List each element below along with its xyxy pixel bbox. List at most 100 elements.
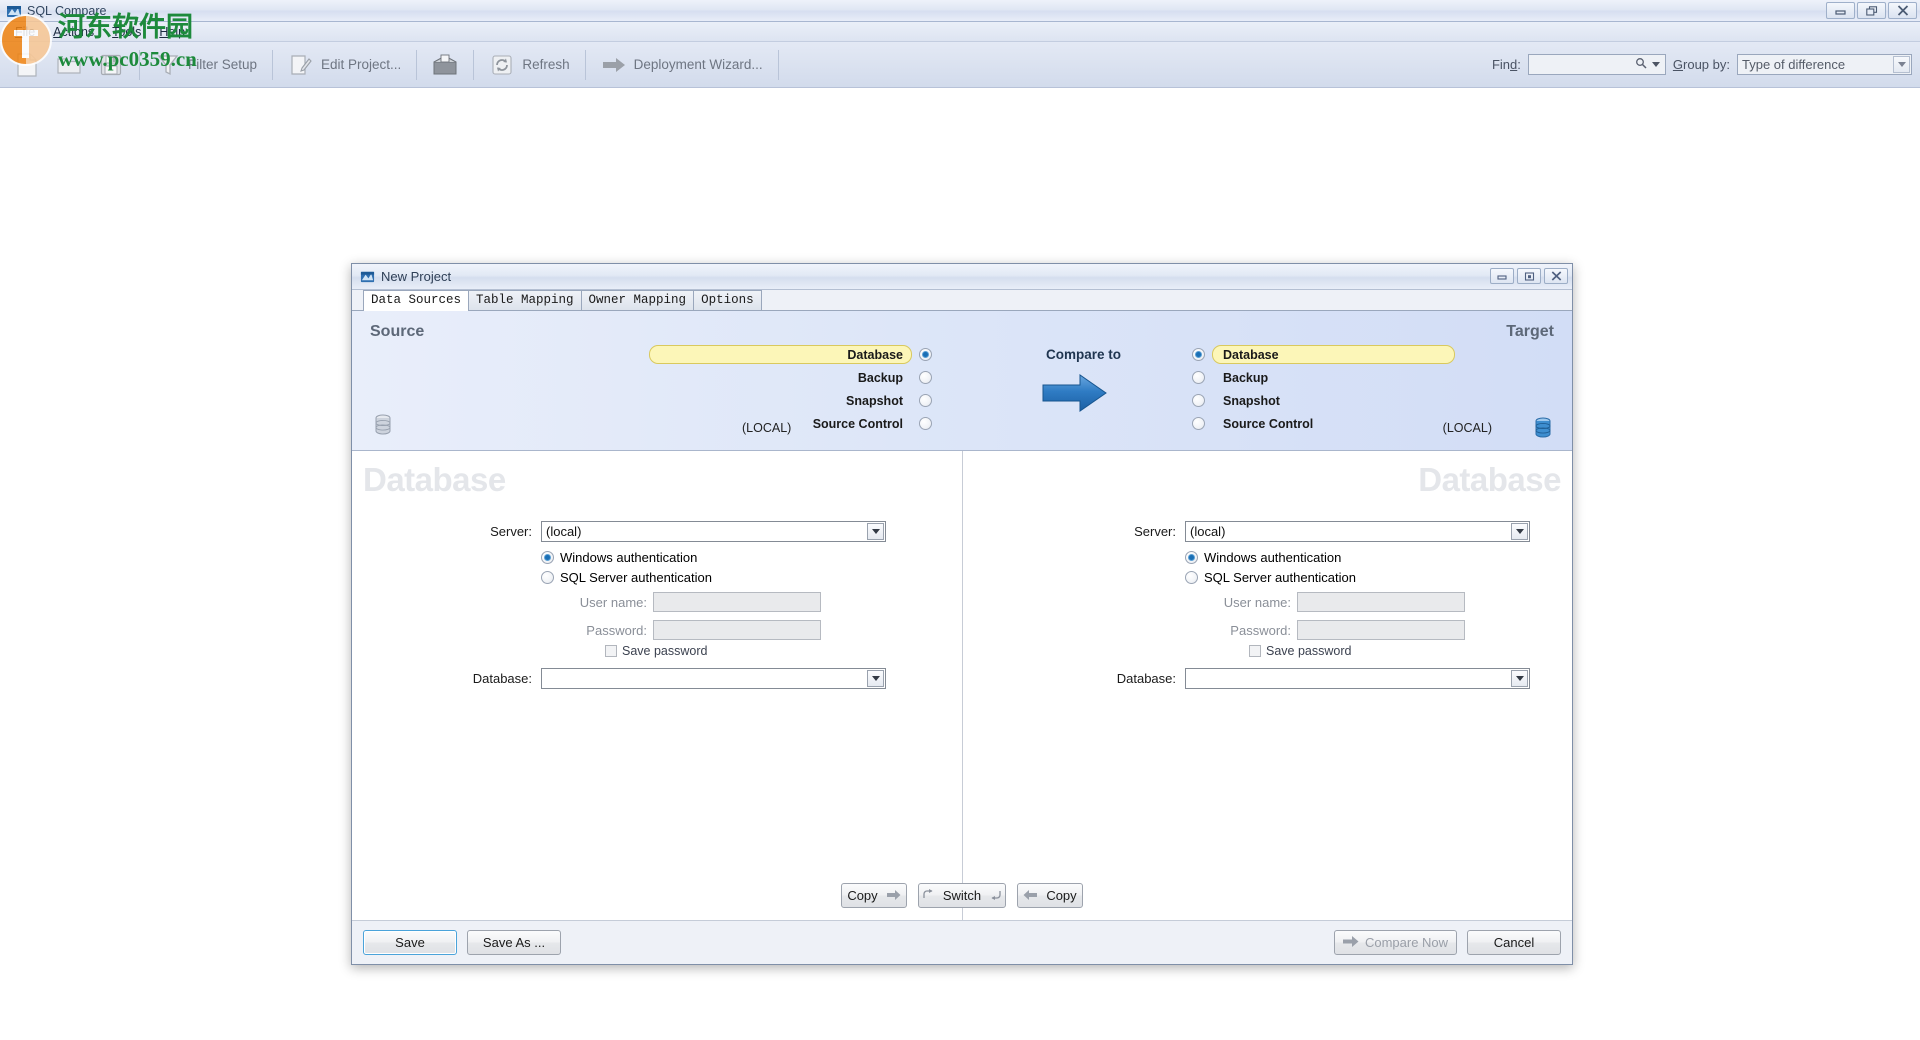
project-icon — [360, 269, 375, 284]
source-database-chevron-down-icon[interactable] — [867, 670, 884, 687]
target-option-database-label: Database — [1223, 347, 1279, 362]
target-radio-backup[interactable] — [1192, 371, 1205, 384]
target-radio-source-control[interactable] — [1192, 417, 1205, 430]
source-password-label: Password: — [586, 622, 647, 638]
source-option-snapshot[interactable]: Snapshot — [572, 389, 932, 412]
deployment-wizard-label: Deployment Wizard... — [633, 57, 763, 72]
menu-help[interactable]: Help — [150, 23, 194, 41]
new-project-button[interactable] — [6, 48, 48, 82]
source-password-field[interactable] — [653, 620, 821, 640]
menu-tools[interactable]: Tools — [103, 23, 150, 41]
tab-options[interactable]: Options — [693, 290, 762, 310]
target-radio-database[interactable] — [1192, 348, 1205, 361]
tab-data-sources-label: Data Sources — [371, 293, 462, 307]
minimize-button[interactable] — [1826, 2, 1855, 19]
target-server-combo[interactable]: (local) — [1185, 521, 1530, 542]
target-radio-snapshot[interactable] — [1192, 394, 1205, 407]
target-option-backup[interactable]: Backup — [1192, 366, 1592, 389]
swap-left-icon — [923, 888, 934, 903]
source-auth-windows-row[interactable]: Windows authentication — [541, 550, 697, 565]
find-dropdown-button[interactable] — [1649, 55, 1663, 74]
source-connection-panel: Database Server: (local) Windows authent… — [352, 451, 962, 920]
save-button-label: Save — [395, 935, 425, 950]
source-server-chevron-down-icon[interactable] — [867, 523, 884, 540]
toolbar-right-section: Find: Group by: Type of difference — [1492, 42, 1912, 87]
menu-file[interactable]: File — [6, 23, 44, 41]
source-option-snapshot-label: Snapshot — [846, 393, 903, 408]
source-radio-backup[interactable] — [919, 371, 932, 384]
edit-project-button[interactable]: Edit Project... — [280, 48, 409, 82]
target-radio-windows-auth[interactable] — [1185, 551, 1198, 564]
save-as-button-label: Save As ... — [482, 935, 546, 950]
chevron-down-icon[interactable] — [1893, 56, 1910, 73]
source-radio-database[interactable] — [919, 348, 932, 361]
source-username-field[interactable] — [653, 592, 821, 612]
target-database-combo[interactable] — [1185, 668, 1530, 689]
copy-left-button[interactable]: Copy — [1017, 883, 1083, 908]
groupby-select[interactable]: Type of difference — [1737, 54, 1912, 75]
new-project-dialog: New Project Data Sources Table Mapping O… — [351, 263, 1573, 965]
target-save-password-checkbox[interactable] — [1249, 645, 1261, 657]
save-as-button[interactable]: Save As ... — [467, 930, 561, 955]
tab-data-sources[interactable]: Data Sources — [363, 290, 470, 311]
source-watermark: Database — [363, 461, 506, 498]
compare-now-arrow-icon — [1342, 935, 1359, 950]
save-project-button[interactable] — [90, 48, 132, 82]
filter-setup-label: Filter Setup — [188, 57, 258, 72]
source-save-password-checkbox[interactable] — [605, 645, 617, 657]
source-option-backup-label: Backup — [857, 370, 903, 385]
find-input[interactable] — [1527, 54, 1666, 75]
target-save-password-row[interactable]: Save password — [1249, 644, 1351, 658]
target-option-snapshot[interactable]: Snapshot — [1192, 389, 1592, 412]
open-compare-button[interactable] — [424, 48, 466, 82]
refresh-icon — [489, 52, 515, 78]
save-button[interactable]: Save — [363, 930, 457, 955]
source-auth-sql-row[interactable]: SQL Server authentication — [541, 570, 712, 585]
target-option-source-control[interactable]: Source Control — [1192, 412, 1592, 435]
source-server-combo[interactable]: (local) — [541, 521, 886, 542]
dialog-restore-button[interactable] — [1517, 268, 1541, 284]
target-auth-sql-row[interactable]: SQL Server authentication — [1185, 570, 1356, 585]
close-button[interactable] — [1888, 2, 1917, 19]
cancel-button-label: Cancel — [1493, 935, 1535, 950]
target-radio-sql-auth[interactable] — [1185, 571, 1198, 584]
tab-table-mapping[interactable]: Table Mapping — [468, 290, 582, 310]
source-option-database[interactable]: Database — [572, 343, 932, 366]
deployment-wizard-button[interactable]: Deployment Wizard... — [593, 48, 771, 82]
source-save-password-row[interactable]: Save password — [605, 644, 707, 658]
switch-button[interactable]: Switch — [918, 883, 1006, 908]
copy-switch-buttons: Copy Switch Copy — [352, 883, 1572, 908]
dialog-minimize-button[interactable] — [1490, 268, 1514, 284]
target-connection-panel: Database Server: (local) Windows authent… — [962, 451, 1572, 920]
target-username-field[interactable] — [1297, 592, 1465, 612]
dialog-titlebar: New Project — [352, 264, 1572, 290]
groupby-label: Group by: — [1672, 57, 1730, 72]
target-server-chevron-down-icon[interactable] — [1511, 523, 1528, 540]
target-auth-windows-label: Windows authentication — [1204, 550, 1342, 565]
dialog-close-button[interactable] — [1544, 268, 1568, 284]
open-folder-icon — [56, 52, 82, 78]
target-password-field[interactable] — [1297, 620, 1465, 640]
source-radio-source-control[interactable] — [919, 417, 932, 430]
filter-setup-button[interactable]: Filter Setup — [147, 48, 265, 82]
tab-owner-mapping[interactable]: Owner Mapping — [580, 290, 695, 310]
target-auth-windows-row[interactable]: Windows authentication — [1185, 550, 1341, 565]
target-option-database[interactable]: Database — [1192, 343, 1592, 366]
compare-now-button[interactable]: Compare Now — [1334, 930, 1457, 955]
open-project-button[interactable] — [48, 48, 90, 82]
source-option-backup[interactable]: Backup — [572, 366, 932, 389]
target-database-chevron-down-icon[interactable] — [1511, 670, 1528, 687]
cancel-button[interactable]: Cancel — [1467, 930, 1561, 955]
restore-button[interactable] — [1857, 2, 1886, 19]
tab-table-mapping-label: Table Mapping — [476, 293, 574, 307]
source-database-combo[interactable] — [541, 668, 886, 689]
source-radio-snapshot[interactable] — [919, 394, 932, 407]
source-radio-sql-auth[interactable] — [541, 571, 554, 584]
refresh-button[interactable]: Refresh — [481, 48, 577, 82]
target-watermark: Database — [1418, 461, 1561, 498]
source-radio-windows-auth[interactable] — [541, 551, 554, 564]
edit-project-icon — [288, 52, 314, 78]
dialog-title: New Project — [381, 269, 452, 284]
menu-actions[interactable]: Actions — [44, 23, 103, 41]
copy-right-button[interactable]: Copy — [841, 883, 907, 908]
